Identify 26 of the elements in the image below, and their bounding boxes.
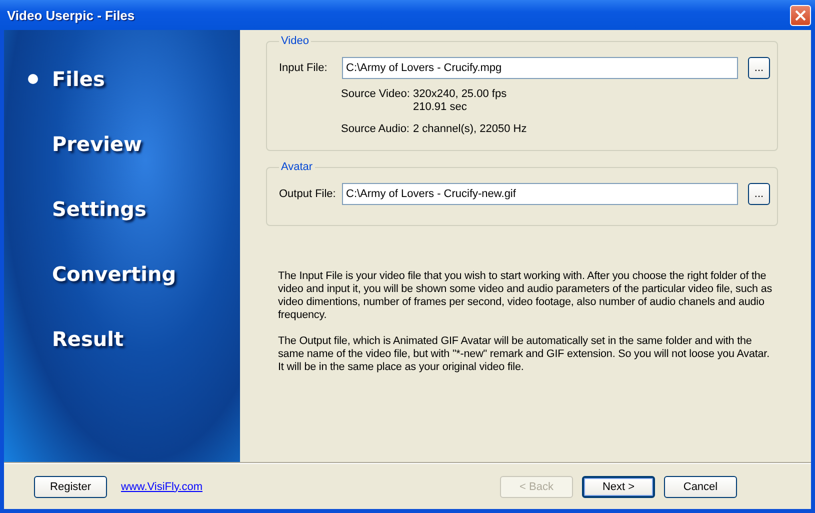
info-label: Source Video: — [341, 88, 411, 102]
close-icon — [795, 10, 806, 20]
browse-button[interactable]: ... — [748, 57, 770, 79]
step-label: Result — [52, 326, 124, 350]
input-field[interactable]: C:\Army of Lovers - Crucify.mpg — [342, 57, 738, 79]
help-paragraph: The Input File is your video file that you wish to start working with. After you choose the right folder of the video and input it, you will be shown some video and audio parameters of the particular video file, such as video dimentions, number of frames per second, video footage, also number of audio chanels and audio frequency. — [278, 270, 774, 322]
website-link[interactable]: www.VisiFly.com — [121, 480, 202, 492]
wizard-button[interactable]: Next > — [582, 476, 655, 498]
browse-button[interactable]: ... — [748, 183, 770, 205]
step-label: Preview — [52, 132, 142, 156]
group-title: Avatar — [280, 161, 314, 173]
wizard-button[interactable]: Cancel — [664, 476, 737, 498]
help-paragraph: The Output file, which is Animated GIF Avatar will be automatically set in the same folder and with the same name of the video file, but with "*-new" remark and GIF extension. So you will not loose you Avatar. It will be in the same place as your original video file. — [278, 335, 770, 374]
step-label: Converting — [52, 262, 176, 286]
close-button[interactable] — [790, 4, 811, 26]
step-label: Files — [52, 66, 105, 90]
info-value: 320x240, 25.00 fps 210.91 sec — [413, 88, 507, 114]
output-field[interactable]: C:\Army of Lovers - Crucify-new.gif — [342, 183, 738, 205]
group-title: Video — [280, 35, 310, 47]
info-label: Source Audio: — [341, 123, 410, 136]
register-button[interactable]: Register — [34, 476, 107, 498]
field-label: Input File: — [279, 62, 328, 74]
step-label: Settings — [52, 196, 146, 220]
window-title: Video Userpic - Files — [7, 8, 135, 22]
info-value: 2 channel(s), 22050 Hz — [413, 123, 527, 136]
field-label: Output File: — [279, 188, 336, 200]
